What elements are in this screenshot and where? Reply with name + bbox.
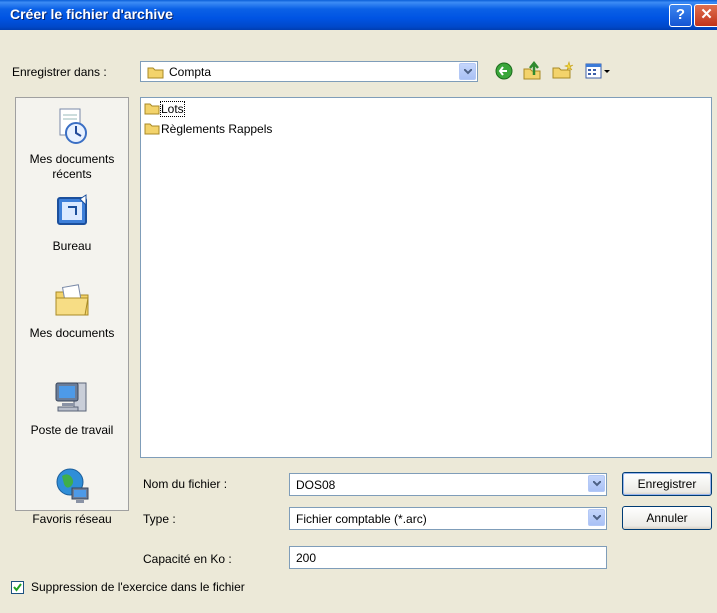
desktop-icon xyxy=(57,194,87,225)
checkmark-icon xyxy=(13,583,22,592)
save-dialog: Créer le fichier d'archive ? ✕ Enregistr… xyxy=(0,0,717,613)
title-bar[interactable]: Créer le fichier d'archive ? ✕ xyxy=(0,0,717,30)
folder-icon xyxy=(144,123,160,135)
network-places-icon xyxy=(56,468,89,503)
delete-exercise-label[interactable]: Suppression de l'exercice dans le fichie… xyxy=(31,580,245,594)
save-in-dropdown[interactable]: Compta xyxy=(140,61,478,82)
type-label: Type : xyxy=(143,512,176,526)
place-my-documents[interactable]: Mes documents xyxy=(16,280,128,341)
file-list[interactable]: Lots Règlements Rappels xyxy=(140,97,712,458)
place-label: Favoris réseau xyxy=(32,512,112,526)
help-icon: ? xyxy=(675,6,686,23)
recent-documents-icon xyxy=(59,108,87,144)
close-icon: ✕ xyxy=(700,6,713,23)
file-name: Lots xyxy=(160,101,185,117)
type-value: Fichier comptable (*.arc) xyxy=(296,512,427,526)
capacity-value: 200 xyxy=(296,551,317,565)
folder-icon xyxy=(144,103,160,115)
save-button[interactable]: Enregistrer xyxy=(622,472,712,496)
filename-history-arrow[interactable] xyxy=(588,475,605,492)
capacity-input[interactable]: 200 xyxy=(289,546,607,569)
filename-input[interactable]: DOS08 xyxy=(289,473,607,496)
save-in-arrow[interactable] xyxy=(459,63,476,80)
delete-exercise-checkbox[interactable] xyxy=(11,581,24,594)
new-folder-button[interactable] xyxy=(552,60,574,81)
place-label: Mes documents xyxy=(29,326,115,340)
places-bar: Mes documents récents Bureau Mes documen… xyxy=(15,97,129,526)
place-label: Poste de travail xyxy=(30,423,114,437)
place-label: Bureau xyxy=(52,239,92,253)
save-in-label: Enregistrer dans : xyxy=(12,65,107,79)
help-button[interactable]: ? xyxy=(669,4,692,27)
cancel-button[interactable]: Annuler xyxy=(622,506,712,530)
back-icon xyxy=(495,62,513,80)
my-computer-icon xyxy=(55,382,87,412)
folder-icon xyxy=(147,67,164,79)
filename-label: Nom du fichier : xyxy=(143,477,228,491)
new-folder-icon xyxy=(552,60,574,79)
save-in-value: Compta xyxy=(169,65,212,79)
close-button[interactable]: ✕ xyxy=(694,4,717,27)
up-folder-icon xyxy=(523,60,541,80)
place-label: Mes documents récents xyxy=(29,152,115,181)
filename-value: DOS08 xyxy=(296,478,336,492)
place-network[interactable]: Favoris réseau xyxy=(16,466,128,527)
chevron-down-icon xyxy=(593,515,601,521)
my-documents-icon xyxy=(55,284,89,316)
type-dropdown[interactable]: Fichier comptable (*.arc) xyxy=(289,507,607,530)
window-title: Créer le fichier d'archive xyxy=(10,6,173,22)
chevron-down-icon xyxy=(464,69,472,75)
capacity-label: Capacité en Ko : xyxy=(143,552,232,566)
place-recent-documents[interactable]: Mes documents récents xyxy=(16,106,128,182)
view-menu-button[interactable] xyxy=(584,61,612,81)
place-desktop[interactable]: Bureau xyxy=(16,193,128,254)
chevron-down-icon xyxy=(593,481,601,487)
back-button[interactable] xyxy=(494,61,514,81)
file-name: Règlements Rappels xyxy=(161,122,273,136)
type-arrow[interactable] xyxy=(588,509,605,526)
place-my-computer[interactable]: Poste de travail xyxy=(16,377,128,438)
view-menu-icon xyxy=(585,63,610,79)
up-folder-button[interactable] xyxy=(522,60,542,81)
